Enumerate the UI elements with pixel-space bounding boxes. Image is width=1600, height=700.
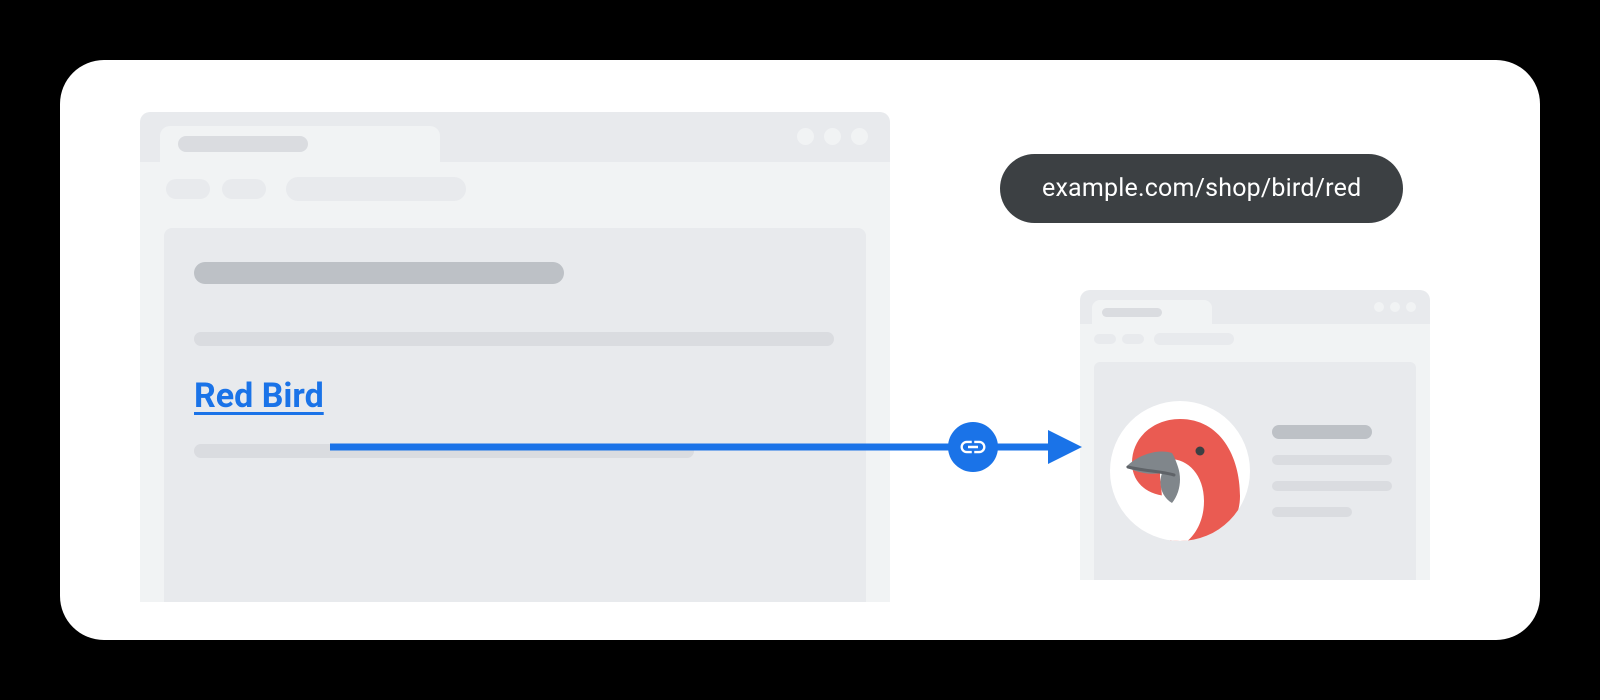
text-line-placeholder xyxy=(1272,455,1392,465)
window-dot xyxy=(797,128,814,145)
destination-toolbar xyxy=(1080,324,1430,354)
destination-browser-window xyxy=(1080,290,1430,580)
destination-page-content xyxy=(1094,362,1416,580)
source-page-content: Red Bird xyxy=(164,228,866,602)
destination-tab xyxy=(1092,300,1212,324)
text-line-placeholder xyxy=(1272,481,1392,491)
link-icon-badge xyxy=(948,422,998,472)
bird-avatar xyxy=(1110,401,1250,541)
address-bar-placeholder xyxy=(286,177,466,201)
window-dot xyxy=(1374,302,1384,312)
target-url-pill: example.com/shop/bird/red xyxy=(1000,154,1403,223)
source-tab xyxy=(160,126,440,162)
window-dot xyxy=(1406,302,1416,312)
nav-button-placeholder xyxy=(222,179,266,199)
text-line-placeholder xyxy=(194,332,834,346)
source-browser-window: Red Bird xyxy=(140,112,890,602)
nav-button-placeholder xyxy=(1122,334,1144,344)
target-url-text: example.com/shop/bird/red xyxy=(1042,174,1361,203)
window-controls xyxy=(797,128,868,145)
hyperlink-row: Red Bird xyxy=(194,376,836,416)
red-bird-link[interactable]: Red Bird xyxy=(194,376,324,416)
window-controls xyxy=(1374,302,1416,312)
text-line-placeholder xyxy=(194,444,694,458)
destination-text-block xyxy=(1272,425,1392,517)
tab-title-placeholder xyxy=(178,136,308,152)
red-bird-icon xyxy=(1110,401,1250,541)
source-toolbar xyxy=(140,162,890,216)
heading-placeholder xyxy=(194,262,564,284)
address-bar-placeholder xyxy=(1154,333,1234,345)
nav-button-placeholder xyxy=(1094,334,1116,344)
window-dot xyxy=(851,128,868,145)
link-icon xyxy=(958,432,988,462)
window-dot xyxy=(824,128,841,145)
text-line-placeholder xyxy=(1272,507,1352,517)
nav-button-placeholder xyxy=(166,179,210,199)
tab-title-placeholder xyxy=(1102,308,1162,317)
window-dot xyxy=(1390,302,1400,312)
heading-placeholder xyxy=(1272,425,1372,439)
destination-tabbar xyxy=(1080,290,1430,324)
source-tabbar xyxy=(140,112,890,162)
diagram-canvas: Red Bird example.com/shop/bird/red xyxy=(60,60,1540,640)
